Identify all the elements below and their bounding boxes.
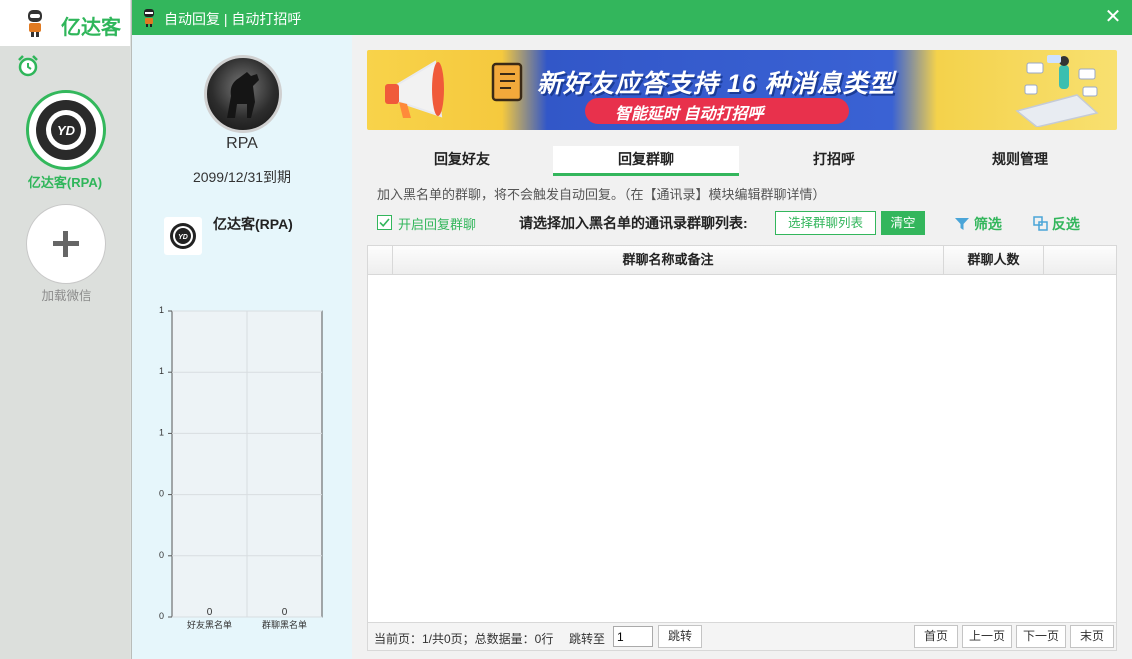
bot-avatar: YD (164, 217, 202, 255)
blacklist-title: 请选择加入黑名单的通讯录群聊列表: (519, 215, 748, 231)
column-group-name[interactable]: 群聊名称或备注 (393, 246, 944, 275)
tab-reply-groups[interactable]: 回复群聊 (553, 146, 739, 176)
enable-group-reply-label[interactable]: 开启回复群聊 (398, 214, 476, 233)
column-member-count[interactable]: 群聊人数 (944, 246, 1044, 275)
chart-x-tick-label: 群聊黑名单 (262, 619, 307, 630)
svg-text:YD: YD (178, 234, 188, 241)
jump-button[interactable]: 跳转 (658, 625, 702, 648)
jump-label: 跳转至 (569, 632, 606, 646)
group-blacklist-table: 群聊名称或备注 群聊人数 (367, 245, 1117, 623)
chart-data-label: 0 (207, 607, 213, 618)
next-page-button[interactable]: 下一页 (1016, 625, 1066, 648)
jump-page-input[interactable] (613, 626, 653, 647)
notebook-icon (491, 62, 523, 102)
close-icon[interactable]: ✕ (1103, 7, 1123, 27)
pagination: 当前页：1/共0页；总数据量：0行 跳转至 跳转 首页 上一页 下一页 末页 (367, 623, 1117, 651)
promo-banner[interactable]: 新好友应答支持 16 种消息类型 智能延时 自动打招呼 (367, 50, 1117, 130)
filter-button[interactable]: 筛选 (954, 214, 1002, 234)
chart-y-tick-label: 1 (159, 366, 164, 376)
chart-data-label: 0 (282, 607, 288, 618)
add-wechat-label: 加载微信 (41, 289, 92, 303)
svg-text:YD: YD (57, 123, 76, 138)
plus-icon (53, 231, 79, 257)
profile-avatar (204, 55, 282, 133)
chart-y-tick-label: 1 (159, 305, 164, 315)
app-header: 亿达客 (0, 0, 130, 46)
chart-y-tick-label: 0 (159, 611, 164, 621)
last-page-button[interactable]: 末页 (1070, 625, 1114, 648)
profile-name: RPA (226, 135, 258, 152)
smartphone-illustration-icon (1015, 55, 1099, 127)
chart-x-tick-label: 好友黑名单 (187, 619, 232, 630)
table-header: 群聊名称或备注 群聊人数 (368, 246, 1116, 275)
app-sidebar: 亿达客 YD 亿达客(RPA) 加载微信 (0, 0, 130, 659)
megaphone-icon (385, 60, 444, 118)
robot-icon (144, 9, 154, 27)
horse-icon (227, 72, 259, 118)
enable-group-reply-checkbox[interactable] (377, 215, 392, 230)
account-avatar[interactable]: YD (26, 90, 106, 170)
chart-y-tick-label: 1 (159, 427, 164, 437)
column-spacer (1044, 246, 1116, 275)
account-name[interactable]: 亿达客(RPA) (0, 172, 130, 191)
banner-headline: 新好友应答支持 16 种消息类型 (537, 70, 895, 98)
clear-button[interactable]: 清空 (881, 211, 925, 235)
tab-reply-friends[interactable]: 回复好友 (367, 146, 557, 176)
yd-logo-icon: YD (36, 100, 96, 160)
tab-greeting[interactable]: 打招呼 (739, 146, 929, 176)
blacklist-note: 加入黑名单的群聊，将不会触发自动回复。（在【通讯录】模块编辑群聊详情） (377, 187, 826, 202)
reply-tabs: 回复好友 回复群聊 打招呼 规则管理 (367, 146, 1117, 176)
dialog-titlebar[interactable]: 自动回复 | 自动打招呼 ✕ (132, 0, 1132, 35)
column-select[interactable] (368, 246, 393, 275)
profile-panel: RPA 2099/12/31到期 YD 亿达客(RPA) 0 0 0 1 1 1 0 好友黑名… (132, 35, 352, 659)
filter-label: 筛选 (973, 216, 1002, 232)
blacklist-bar-chart: 0001110好友黑名单0群聊黑名单 (159, 305, 323, 630)
alarm-clock-icon[interactable] (16, 54, 40, 78)
tab-rule-management[interactable]: 规则管理 (927, 146, 1113, 176)
blacklist-toolbar: 开启回复群聊 请选择加入黑名单的通讯录群聊列表: 选择群聊列表 清空 筛选 反选 (367, 210, 1117, 238)
invert-label: 反选 (1051, 216, 1080, 232)
banner-subline: 智能延时 自动打招呼 (615, 106, 764, 123)
app-name: 亿达客 (61, 17, 121, 39)
robot-icon (28, 10, 42, 37)
page-info: 当前页：1/共0页；总数据量：0行 (374, 632, 554, 646)
prev-page-button[interactable]: 上一页 (962, 625, 1012, 648)
bot-name: 亿达客(RPA) (213, 216, 293, 232)
chart-y-tick-label: 0 (159, 489, 164, 499)
first-page-button[interactable]: 首页 (914, 625, 958, 648)
auto-reply-dialog: 自动回复 | 自动打招呼 ✕ RPA 2099/12/31到期 YD 亿达客(R… (131, 0, 1132, 659)
invert-selection-button[interactable]: 反选 (1033, 214, 1080, 234)
invert-selection-icon (1033, 216, 1048, 231)
add-wechat-button[interactable] (26, 204, 106, 284)
dialog-title: 自动回复 | 自动打招呼 (164, 11, 302, 27)
checkmark-icon (379, 218, 390, 227)
yd-logo-icon: YD (170, 223, 196, 249)
select-group-list-button[interactable]: 选择群聊列表 (775, 211, 876, 235)
profile-expiry: 2099/12/31到期 (192, 169, 292, 185)
chart-y-tick-label: 0 (159, 550, 164, 560)
funnel-icon (955, 218, 969, 230)
